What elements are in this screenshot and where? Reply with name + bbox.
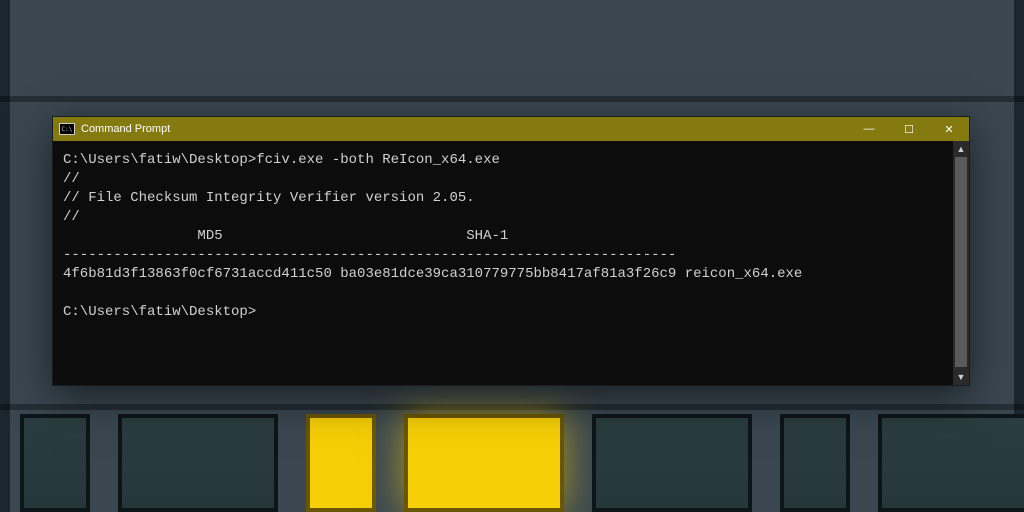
chevron-up-icon: ▲ xyxy=(957,144,966,154)
scroll-thumb[interactable] xyxy=(955,157,967,367)
wallpaper-line xyxy=(0,404,1024,410)
maximize-button[interactable]: ☐ xyxy=(889,117,929,141)
maximize-icon: ☐ xyxy=(904,123,914,136)
wallpaper-window xyxy=(20,414,90,512)
minimize-icon: — xyxy=(864,123,875,135)
scrollbar[interactable]: ▲ ▼ xyxy=(953,141,969,385)
terminal-output[interactable]: C:\Users\fatiw\Desktop>fciv.exe -both Re… xyxy=(53,141,953,385)
close-icon: ✕ xyxy=(944,123,953,136)
wallpaper-window xyxy=(878,414,1024,512)
wallpaper-window xyxy=(306,414,376,512)
wallpaper-window xyxy=(592,414,752,512)
terminal-area: C:\Users\fatiw\Desktop>fciv.exe -both Re… xyxy=(53,141,969,385)
titlebar[interactable]: C:\ Command Prompt — ☐ ✕ xyxy=(53,117,969,141)
window-title: Command Prompt xyxy=(81,117,849,141)
wallpaper-windows-row xyxy=(0,414,1024,512)
svg-text:C:\: C:\ xyxy=(62,126,73,133)
command-prompt-window: C:\ Command Prompt — ☐ ✕ C:\Users\fatiw\… xyxy=(52,116,970,386)
cmd-icon: C:\ xyxy=(59,123,75,135)
chevron-down-icon: ▼ xyxy=(957,372,966,382)
wallpaper-window xyxy=(404,414,564,512)
close-button[interactable]: ✕ xyxy=(929,117,969,141)
scroll-down-button[interactable]: ▼ xyxy=(953,369,969,385)
wallpaper-window xyxy=(780,414,850,512)
wallpaper-line xyxy=(0,96,1024,102)
scroll-up-button[interactable]: ▲ xyxy=(953,141,969,157)
wallpaper-window xyxy=(118,414,278,512)
minimize-button[interactable]: — xyxy=(849,117,889,141)
